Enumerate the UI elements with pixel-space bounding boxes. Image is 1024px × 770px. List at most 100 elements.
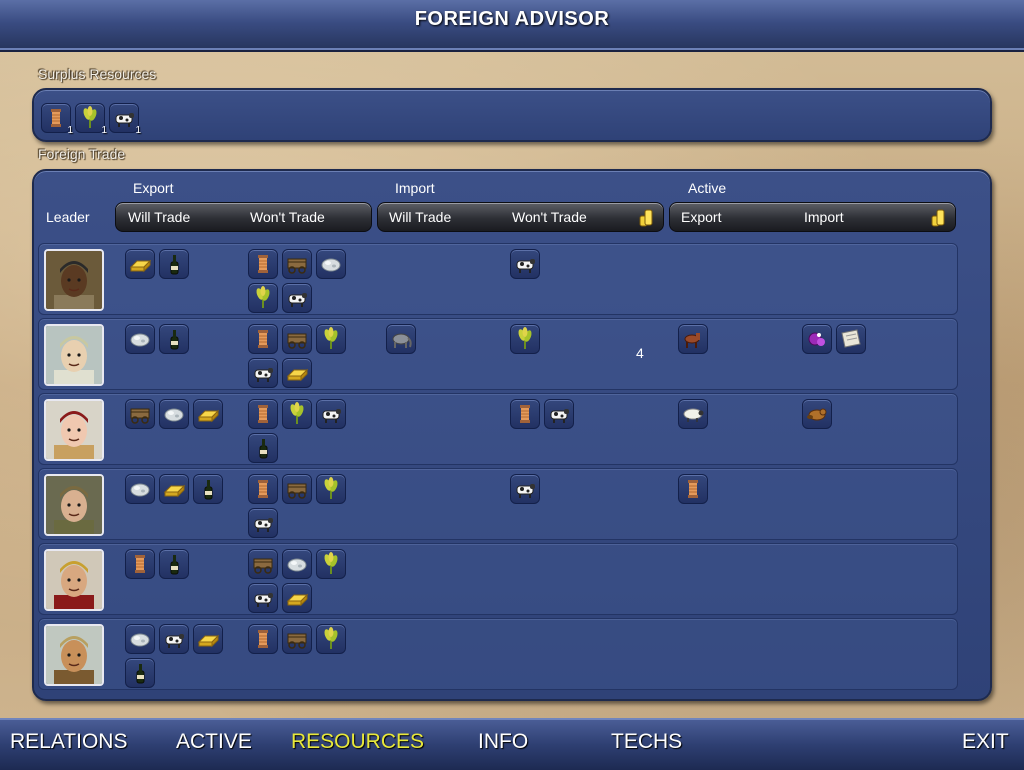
cattle-icon[interactable] bbox=[159, 624, 189, 654]
trade-row bbox=[38, 468, 958, 540]
nav-active[interactable]: ACTIVE bbox=[176, 730, 252, 754]
import-wont-trade-header: Won't Trade bbox=[512, 209, 587, 225]
sheep-icon[interactable] bbox=[678, 399, 708, 429]
spool-icon[interactable] bbox=[248, 324, 278, 354]
spool-icon[interactable]: 1 bbox=[41, 103, 73, 136]
surplus-resources-panel bbox=[32, 88, 992, 142]
surplus-quantity: 1 bbox=[67, 125, 73, 136]
gold-icon[interactable] bbox=[125, 249, 155, 279]
wagon-icon[interactable] bbox=[282, 324, 312, 354]
spool-icon[interactable] bbox=[248, 399, 278, 429]
trade-row bbox=[38, 243, 958, 315]
foreign-trade-label: Foreign Trade bbox=[38, 146, 126, 162]
gold-coins-icon bbox=[931, 209, 945, 227]
cattle-icon[interactable] bbox=[248, 358, 278, 388]
leader-portrait[interactable] bbox=[44, 624, 104, 686]
wheat-icon[interactable] bbox=[248, 283, 278, 313]
gold-amount: 4 bbox=[636, 345, 644, 361]
cattle-icon[interactable] bbox=[544, 399, 574, 429]
active-column-header[interactable]: Export Import bbox=[669, 202, 956, 232]
wine-icon[interactable] bbox=[125, 658, 155, 688]
gold-icon[interactable] bbox=[159, 474, 189, 504]
surplus-resources-label: Surplus Resources bbox=[38, 66, 157, 82]
leader-column-header: Leader bbox=[46, 209, 90, 225]
ore-icon[interactable] bbox=[125, 474, 155, 504]
cattle-icon[interactable] bbox=[316, 399, 346, 429]
spool-icon[interactable] bbox=[248, 624, 278, 654]
gold-icon[interactable] bbox=[193, 624, 223, 654]
nav-techs[interactable]: TECHS bbox=[611, 730, 682, 754]
trade-row bbox=[38, 393, 958, 465]
wagon-icon[interactable] bbox=[282, 474, 312, 504]
spool-icon[interactable] bbox=[248, 249, 278, 279]
ore-icon[interactable] bbox=[159, 399, 189, 429]
wheat-icon[interactable] bbox=[316, 549, 346, 579]
gold-icon[interactable] bbox=[193, 399, 223, 429]
trade-row bbox=[38, 618, 958, 690]
cattle-icon[interactable] bbox=[282, 283, 312, 313]
bottom-nav-bar: RELATIONS ACTIVE RESOURCES INFO TECHS EXIT bbox=[0, 718, 1024, 770]
spool-icon[interactable] bbox=[510, 399, 540, 429]
cattle-icon[interactable]: 1 bbox=[109, 103, 141, 136]
gold-coins-icon bbox=[639, 209, 653, 227]
wheat-icon[interactable] bbox=[316, 474, 346, 504]
cattle-icon[interactable] bbox=[510, 474, 540, 504]
elephant-icon[interactable] bbox=[386, 324, 416, 354]
export-column-header[interactable]: Will Trade Won't Trade bbox=[115, 202, 372, 232]
import-will-trade-header: Will Trade bbox=[389, 209, 452, 225]
active-export-header: Export bbox=[681, 209, 722, 225]
nav-info[interactable]: INFO bbox=[478, 730, 528, 754]
title-bar: FOREIGN ADVISOR bbox=[0, 0, 1024, 52]
leader-portrait[interactable] bbox=[44, 399, 104, 461]
export-wont-trade-header: Won't Trade bbox=[250, 209, 325, 225]
gold-icon[interactable] bbox=[282, 358, 312, 388]
nav-relations[interactable]: RELATIONS bbox=[10, 730, 127, 754]
active-import-header: Import bbox=[804, 209, 844, 225]
import-header: Import bbox=[395, 180, 435, 196]
cattle-icon[interactable] bbox=[248, 583, 278, 613]
surplus-quantity: 1 bbox=[101, 125, 107, 136]
wine-icon[interactable] bbox=[159, 249, 189, 279]
wine-icon[interactable] bbox=[248, 433, 278, 463]
wheat-icon[interactable] bbox=[282, 399, 312, 429]
wheat-icon[interactable] bbox=[316, 324, 346, 354]
wheat-icon[interactable] bbox=[510, 324, 540, 354]
ore-icon[interactable] bbox=[125, 324, 155, 354]
page-title: FOREIGN ADVISOR bbox=[414, 8, 610, 30]
leader-portrait[interactable] bbox=[44, 549, 104, 611]
leader-portrait[interactable] bbox=[44, 324, 104, 386]
ore-icon[interactable] bbox=[282, 549, 312, 579]
surplus-quantity: 1 bbox=[135, 125, 141, 136]
nav-exit[interactable]: EXIT bbox=[962, 730, 1009, 754]
dye-icon[interactable] bbox=[802, 324, 832, 354]
paper-icon[interactable] bbox=[836, 324, 866, 354]
beaver-icon[interactable] bbox=[802, 399, 832, 429]
wheat-icon[interactable]: 1 bbox=[75, 103, 107, 136]
gold-icon[interactable] bbox=[282, 583, 312, 613]
wagon-icon[interactable] bbox=[282, 249, 312, 279]
ore-icon[interactable] bbox=[316, 249, 346, 279]
export-header: Export bbox=[133, 180, 174, 196]
trade-row: 4 bbox=[38, 318, 958, 390]
active-header: Active bbox=[688, 180, 727, 196]
wagon-icon[interactable] bbox=[125, 399, 155, 429]
trade-row bbox=[38, 543, 958, 615]
spool-icon[interactable] bbox=[125, 549, 155, 579]
export-will-trade-header: Will Trade bbox=[128, 209, 191, 225]
spool-icon[interactable] bbox=[678, 474, 708, 504]
wine-icon[interactable] bbox=[159, 549, 189, 579]
wagon-icon[interactable] bbox=[248, 549, 278, 579]
wine-icon[interactable] bbox=[193, 474, 223, 504]
ore-icon[interactable] bbox=[125, 624, 155, 654]
leader-portrait[interactable] bbox=[44, 249, 104, 311]
spool-icon[interactable] bbox=[248, 474, 278, 504]
import-column-header[interactable]: Will Trade Won't Trade bbox=[377, 202, 664, 232]
nav-resources[interactable]: RESOURCES bbox=[291, 730, 424, 754]
horse-icon[interactable] bbox=[678, 324, 708, 354]
wheat-icon[interactable] bbox=[316, 624, 346, 654]
wine-icon[interactable] bbox=[159, 324, 189, 354]
wagon-icon[interactable] bbox=[282, 624, 312, 654]
cattle-icon[interactable] bbox=[248, 508, 278, 538]
leader-portrait[interactable] bbox=[44, 474, 104, 536]
cattle-icon[interactable] bbox=[510, 249, 540, 279]
